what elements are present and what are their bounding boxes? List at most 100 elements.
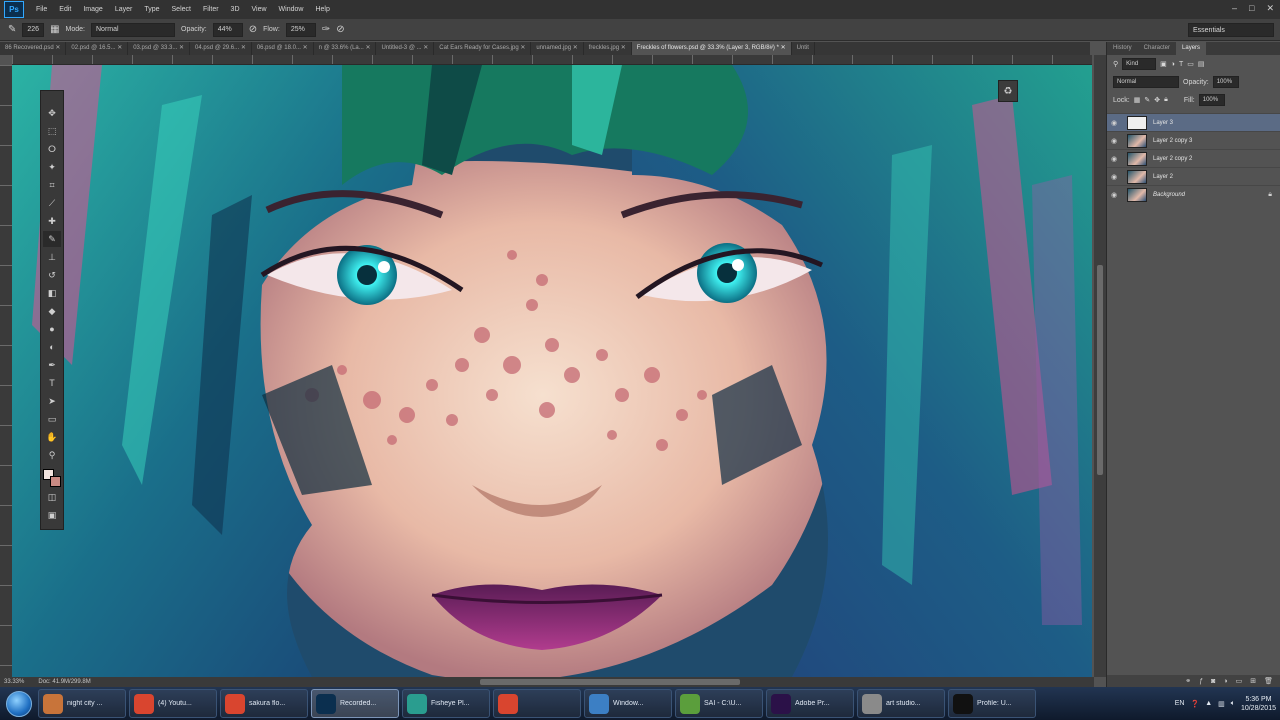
flow-input[interactable]: 25%	[285, 22, 316, 37]
menu-3d[interactable]: 3D	[225, 6, 246, 13]
menu-select[interactable]: Select	[166, 6, 197, 13]
blur-tool-icon[interactable]: ●	[43, 321, 61, 337]
type-tool-icon[interactable]: T	[43, 375, 61, 391]
taskbar-item[interactable]	[493, 689, 581, 718]
doc-tab[interactable]: 02.psd @ 16.5... ✕	[66, 42, 129, 55]
taskbar-item[interactable]: sakura flo...	[220, 689, 308, 718]
healing-brush-tool-icon[interactable]: ✚	[43, 213, 61, 229]
horizontal-scrollbar-thumb[interactable]	[480, 679, 740, 685]
visibility-eye-icon[interactable]: ◉	[1111, 155, 1121, 163]
layer-row[interactable]: ◉ Layer 2	[1107, 167, 1280, 185]
mask-icon[interactable]: ◙	[1211, 678, 1215, 685]
close-button[interactable]: ✕	[1266, 3, 1274, 14]
layer-row[interactable]: ◉ Layer 3	[1107, 113, 1280, 131]
menu-window[interactable]: Window	[273, 6, 310, 13]
doc-tab[interactable]: Cat Ears Ready for Cases.jpg ✕	[434, 42, 532, 55]
crop-tool-icon[interactable]: ⌗	[43, 177, 61, 193]
menu-view[interactable]: View	[246, 6, 273, 13]
scrollbar-thumb[interactable]	[1097, 265, 1103, 475]
doc-tab[interactable]: freckles.jpg ✕	[584, 42, 632, 55]
taskbar-item[interactable]: Recorded...	[311, 689, 399, 718]
visibility-eye-icon[interactable]: ◉	[1111, 191, 1121, 199]
maximize-button[interactable]: □	[1249, 3, 1254, 14]
lasso-tool-icon[interactable]: ⵔ	[43, 141, 61, 157]
lock-all-icon[interactable]: 🔒︎	[1164, 96, 1168, 104]
doc-tab[interactable]: Untit	[792, 42, 815, 55]
brush-tool-icon[interactable]: ✎	[43, 231, 61, 247]
doc-tab[interactable]: Untitled-3 @ ... ✕	[376, 42, 435, 55]
vertical-ruler[interactable]	[0, 65, 12, 677]
taskbar-item[interactable]: art studio...	[857, 689, 945, 718]
taskbar-item[interactable]: Profile: U...	[948, 689, 1036, 718]
tray-expand-icon[interactable]: ▲	[1205, 700, 1212, 707]
lock-transparent-icon[interactable]: ▦	[1134, 96, 1141, 104]
opacity-input[interactable]: 44%	[212, 22, 243, 37]
color-swatches[interactable]	[43, 469, 61, 487]
lock-paint-icon[interactable]: ✎	[1144, 96, 1150, 104]
doc-tab[interactable]: unnamed.jpg ✕	[531, 42, 584, 55]
layer-opacity-input[interactable]: 100%	[1212, 76, 1239, 88]
zoom-level[interactable]: 33.33%	[4, 679, 24, 685]
filter-smart-icon[interactable]: ▤	[1198, 60, 1205, 68]
quick-mask-icon[interactable]: ◫	[43, 489, 61, 505]
fill-input[interactable]: 100%	[1198, 94, 1225, 106]
menu-filter[interactable]: Filter	[197, 6, 225, 13]
link-icon[interactable]: ⚭	[1185, 677, 1191, 685]
eraser-tool-icon[interactable]: ◧	[43, 285, 61, 301]
language-indicator[interactable]: EN	[1175, 700, 1185, 707]
paint-bucket-tool-icon[interactable]: ◆	[43, 303, 61, 319]
visibility-eye-icon[interactable]: ◉	[1111, 173, 1121, 181]
background-color[interactable]	[50, 476, 61, 487]
brush-size-picker[interactable]: 226	[22, 22, 45, 37]
filter-kind-select[interactable]: Kind	[1122, 58, 1157, 70]
move-tool-icon[interactable]: ✥	[43, 105, 61, 121]
pen-tool-icon[interactable]: ✒	[43, 357, 61, 373]
blend-mode-select[interactable]: Normal	[1113, 76, 1179, 88]
screen-mode-icon[interactable]: ▣	[43, 507, 61, 523]
start-button[interactable]	[0, 687, 38, 720]
recycle-icon[interactable]: ♻	[998, 80, 1018, 102]
vertical-scrollbar[interactable]	[1094, 55, 1106, 677]
tab-history[interactable]: History	[1107, 42, 1138, 55]
tab-character[interactable]: Character	[1138, 42, 1176, 55]
layer-row[interactable]: ◉ Layer 2 copy 2	[1107, 149, 1280, 167]
fx-icon[interactable]: ƒ	[1199, 678, 1203, 685]
zoom-tool-icon[interactable]: ⚲	[43, 447, 61, 463]
pressure-opacity-icon[interactable]: ⊘	[249, 24, 257, 35]
quick-select-tool-icon[interactable]: ✦	[43, 159, 61, 175]
brush-panel-icon[interactable]: ▦	[50, 24, 59, 35]
visibility-eye-icon[interactable]: ◉	[1111, 119, 1121, 127]
mode-select[interactable]: Normal	[91, 22, 175, 37]
hand-tool-icon[interactable]: ✋	[43, 429, 61, 445]
layer-row[interactable]: ◉ Layer 2 copy 3	[1107, 131, 1280, 149]
menu-file[interactable]: File	[30, 6, 53, 13]
new-layer-icon[interactable]: ⊞	[1250, 677, 1256, 685]
menu-image[interactable]: Image	[77, 6, 108, 13]
doc-tab[interactable]: 06.psd @ 18.0... ✕	[252, 42, 314, 55]
clone-stamp-tool-icon[interactable]: ⊥	[43, 249, 61, 265]
taskbar-item[interactable]: Adobe Pr...	[766, 689, 854, 718]
eyedropper-tool-icon[interactable]: ⟋	[43, 195, 61, 211]
doc-tab[interactable]: 03.psd @ 33.3... ✕	[128, 42, 191, 55]
dodge-tool-icon[interactable]: ◐	[43, 339, 61, 355]
clock[interactable]: 5:36 PM 10/28/2015	[1241, 695, 1276, 713]
horizontal-ruler[interactable]	[12, 55, 1092, 65]
doc-tab[interactable]: 04.psd @ 29.6... ✕	[190, 42, 252, 55]
filter-type-icon[interactable]: T	[1179, 61, 1183, 68]
brush-tool-icon[interactable]: ✎	[8, 24, 16, 35]
menu-layer[interactable]: Layer	[109, 6, 139, 13]
folder-icon[interactable]: ▭	[1236, 677, 1243, 685]
taskbar-item[interactable]: (4) Youtu...	[129, 689, 217, 718]
visibility-eye-icon[interactable]: ◉	[1111, 137, 1121, 145]
doc-tab[interactable]: n @ 33.6% (La... ✕	[314, 42, 377, 55]
lock-move-icon[interactable]: ✥	[1154, 96, 1160, 104]
document-canvas[interactable]	[12, 65, 1092, 677]
network-icon[interactable]: ▥	[1218, 700, 1225, 708]
adjustment-icon[interactable]: ◑	[1223, 678, 1227, 685]
menu-type[interactable]: Type	[138, 6, 165, 13]
filter-shape-icon[interactable]: ▭	[1187, 60, 1194, 68]
doc-tab[interactable]: 86 Recovered.psd ✕	[0, 42, 67, 55]
taskbar-item[interactable]: Window...	[584, 689, 672, 718]
taskbar-item[interactable]: night city ...	[38, 689, 126, 718]
path-select-tool-icon[interactable]: ➤	[43, 393, 61, 409]
